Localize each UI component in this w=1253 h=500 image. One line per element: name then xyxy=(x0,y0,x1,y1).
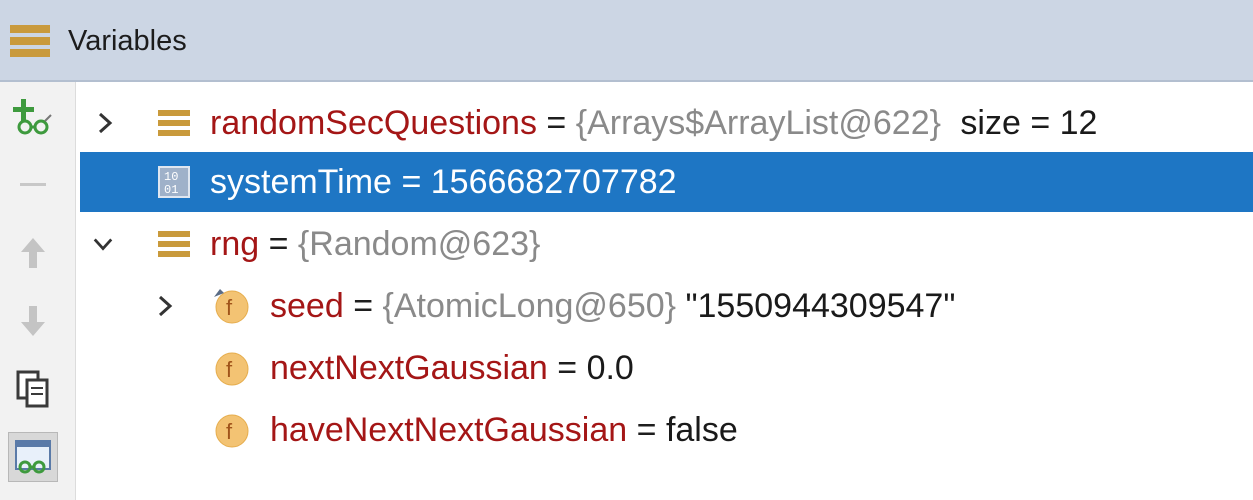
variables-panel: Variables randomSecQuestions = {Arrays$A… xyxy=(0,0,1253,500)
tree-row-seed[interactable]: f seed = {AtomicLong@650} "1550944309547… xyxy=(80,276,1253,336)
variable-value: "1550944309547" xyxy=(685,287,956,325)
move-down-button[interactable] xyxy=(8,296,58,346)
variable-name: systemTime xyxy=(210,163,392,201)
chevron-right-icon[interactable] xyxy=(94,111,116,135)
new-watch-button[interactable] xyxy=(8,92,58,142)
stack-icon xyxy=(10,25,50,57)
variable-name: randomSecQuestions xyxy=(210,104,537,142)
equals-sign: = xyxy=(557,349,578,387)
variable-type: {Random@623} xyxy=(297,225,541,263)
watches-icon xyxy=(15,440,51,474)
variable-value: 1566682707782 xyxy=(430,163,677,201)
variables-tree: randomSecQuestions = {Arrays$ArrayList@6… xyxy=(80,88,1253,500)
variable-type: {AtomicLong@650} xyxy=(382,287,677,325)
copy-button[interactable] xyxy=(8,364,58,414)
variable-text: rng = {Random@623} xyxy=(210,214,540,274)
remove-watch-button[interactable] xyxy=(8,160,58,210)
primitive-icon: 10 01 xyxy=(158,166,190,198)
object-icon xyxy=(158,231,190,257)
tree-row-haveNextNextGaussian[interactable]: f haveNextNextGaussian = false xyxy=(80,400,1253,460)
svg-text:10: 10 xyxy=(164,170,178,184)
equals-sign: = xyxy=(268,225,289,263)
variable-text: seed = {AtomicLong@650} "1550944309547" xyxy=(270,276,955,336)
tree-row-nextNextGaussian[interactable]: f nextNextGaussian = 0.0 xyxy=(80,338,1253,398)
equals-sign: = xyxy=(636,411,657,449)
arrow-down-icon xyxy=(21,306,45,336)
tree-row-rng[interactable]: rng = {Random@623} xyxy=(80,214,1253,274)
variable-text: haveNextNextGaussian = false xyxy=(270,400,738,460)
variable-text: randomSecQuestions = {Arrays$ArrayList@6… xyxy=(210,93,1097,153)
copy-icon xyxy=(16,370,49,408)
chevron-down-icon[interactable] xyxy=(92,232,114,256)
svg-text:f: f xyxy=(226,419,233,444)
variable-text: systemTime = 1566682707782 xyxy=(210,152,677,212)
variable-value: 0.0 xyxy=(586,349,634,387)
equals-sign: = xyxy=(546,104,567,142)
svg-text:01: 01 xyxy=(164,183,178,197)
watches-toggle-button[interactable] xyxy=(8,432,58,482)
equals-sign: = xyxy=(353,287,374,325)
minus-icon xyxy=(20,183,46,186)
field-icon: f xyxy=(215,352,249,386)
panel-title: Variables xyxy=(68,25,187,57)
field-icon: f xyxy=(214,289,249,324)
plus-glasses-icon xyxy=(13,99,52,135)
tree-row-randomSecQuestions[interactable]: randomSecQuestions = {Arrays$ArrayList@6… xyxy=(80,93,1253,153)
arrow-up-icon xyxy=(21,238,45,268)
variable-type: {Arrays$ArrayList@622} xyxy=(575,104,941,142)
variable-name: seed xyxy=(270,287,344,325)
svg-text:f: f xyxy=(226,357,233,382)
side-toolbar xyxy=(0,82,76,500)
variable-name: rng xyxy=(210,225,260,263)
panel-header: Variables xyxy=(0,0,1253,82)
variable-text: nextNextGaussian = 0.0 xyxy=(270,338,634,398)
svg-text:f: f xyxy=(226,295,233,320)
variable-name: haveNextNextGaussian xyxy=(270,411,628,449)
move-up-button[interactable] xyxy=(8,228,58,278)
field-icon: f xyxy=(215,414,249,448)
variable-size: size = 12 xyxy=(960,104,1098,142)
array-icon xyxy=(158,110,190,136)
variable-name: nextNextGaussian xyxy=(270,349,548,387)
equals-sign: = xyxy=(401,163,422,201)
tree-row-systemTime[interactable]: 10 01 systemTime = 1566682707782 xyxy=(80,152,1253,212)
variable-value: false xyxy=(665,411,738,449)
chevron-right-icon[interactable] xyxy=(154,294,176,318)
